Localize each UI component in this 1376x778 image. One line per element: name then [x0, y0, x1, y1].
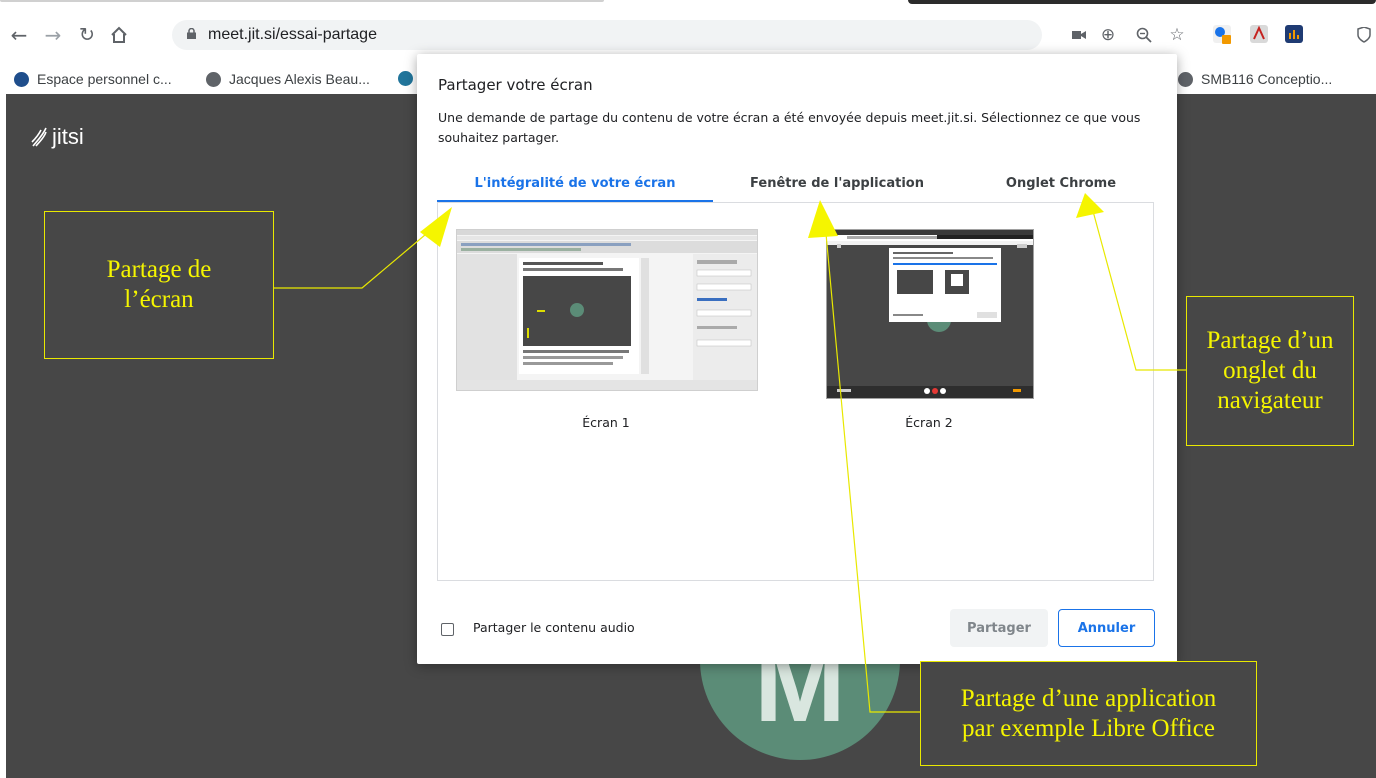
extension-password-icon[interactable]: [1213, 25, 1231, 44]
dialog-title: Partager votre écran: [438, 76, 593, 94]
share-audio-label: Partager le contenu audio: [473, 620, 635, 635]
screen-2-label: Écran 2: [905, 415, 953, 430]
reload-icon[interactable]: ↻: [76, 24, 98, 46]
jitsi-logo-icon: [31, 127, 47, 147]
tab-chrome-tab[interactable]: Onglet Chrome: [961, 176, 1161, 191]
bookmark-jacques-alexis[interactable]: Jacques Alexis Beau...: [206, 71, 370, 87]
address-bar[interactable]: meet.jit.si/essai-partage: [172, 20, 1042, 50]
home-icon[interactable]: [108, 24, 130, 46]
forward-icon[interactable]: →: [42, 24, 64, 46]
extension-chart-icon[interactable]: [1285, 25, 1303, 43]
bookmark-wordpress[interactable]: [398, 71, 413, 86]
install-icon[interactable]: ⊕: [1099, 25, 1117, 45]
dialog-description: Une demande de partage du contenu de vot…: [438, 110, 1141, 145]
jitsi-logo: jitsi: [30, 124, 84, 150]
cancel-button[interactable]: Annuler: [1058, 609, 1155, 647]
tab-application-window[interactable]: Fenêtre de l'application: [713, 176, 961, 191]
callout-app-share: Partage d’une application par exemple Li…: [920, 661, 1257, 766]
share-source-list: Écran 1 Écran 2: [437, 202, 1154, 581]
screen-2-thumbnail[interactable]: [826, 229, 1034, 399]
bookmark-star-icon[interactable]: ☆: [1168, 25, 1186, 45]
zoom-icon[interactable]: [1135, 26, 1153, 44]
url-text: meet.jit.si/essai-partage: [208, 26, 377, 43]
page-left-edge: [0, 94, 6, 778]
lock-icon: [187, 28, 196, 39]
bookmark-espace-personnel[interactable]: Espace personnel c...: [14, 71, 172, 87]
active-tab-edge: [908, 0, 1376, 4]
bookmark-smb116[interactable]: SMB116 Conceptio...: [1178, 71, 1332, 87]
screen-1-thumbnail[interactable]: [456, 229, 758, 391]
extension-pdf-icon[interactable]: [1250, 25, 1268, 43]
globe-icon: [1178, 71, 1193, 87]
callout-tab-share: Partage d’un onglet du navigateur: [1186, 296, 1354, 446]
wordpress-icon: [398, 71, 413, 86]
screen-1-label: Écran 1: [582, 415, 630, 430]
share-audio-checkbox[interactable]: [441, 623, 454, 636]
screen-2-preview: [827, 230, 1033, 398]
tab-entire-screen[interactable]: L'intégralité de votre écran: [437, 176, 713, 191]
globe-icon: [206, 71, 221, 87]
extension-shield-icon[interactable]: [1356, 26, 1372, 44]
share-button[interactable]: Partager: [950, 609, 1048, 647]
site-e-icon: [14, 71, 29, 87]
callout-screen-share: Partage de l’écran: [44, 211, 274, 359]
back-icon[interactable]: ←: [8, 24, 30, 46]
screen-1-preview: [457, 230, 757, 390]
share-screen-dialog: Partager votre écran Une demande de part…: [417, 54, 1177, 664]
camera-icon[interactable]: [1070, 26, 1088, 44]
tab-strip-edge: [0, 0, 604, 2]
